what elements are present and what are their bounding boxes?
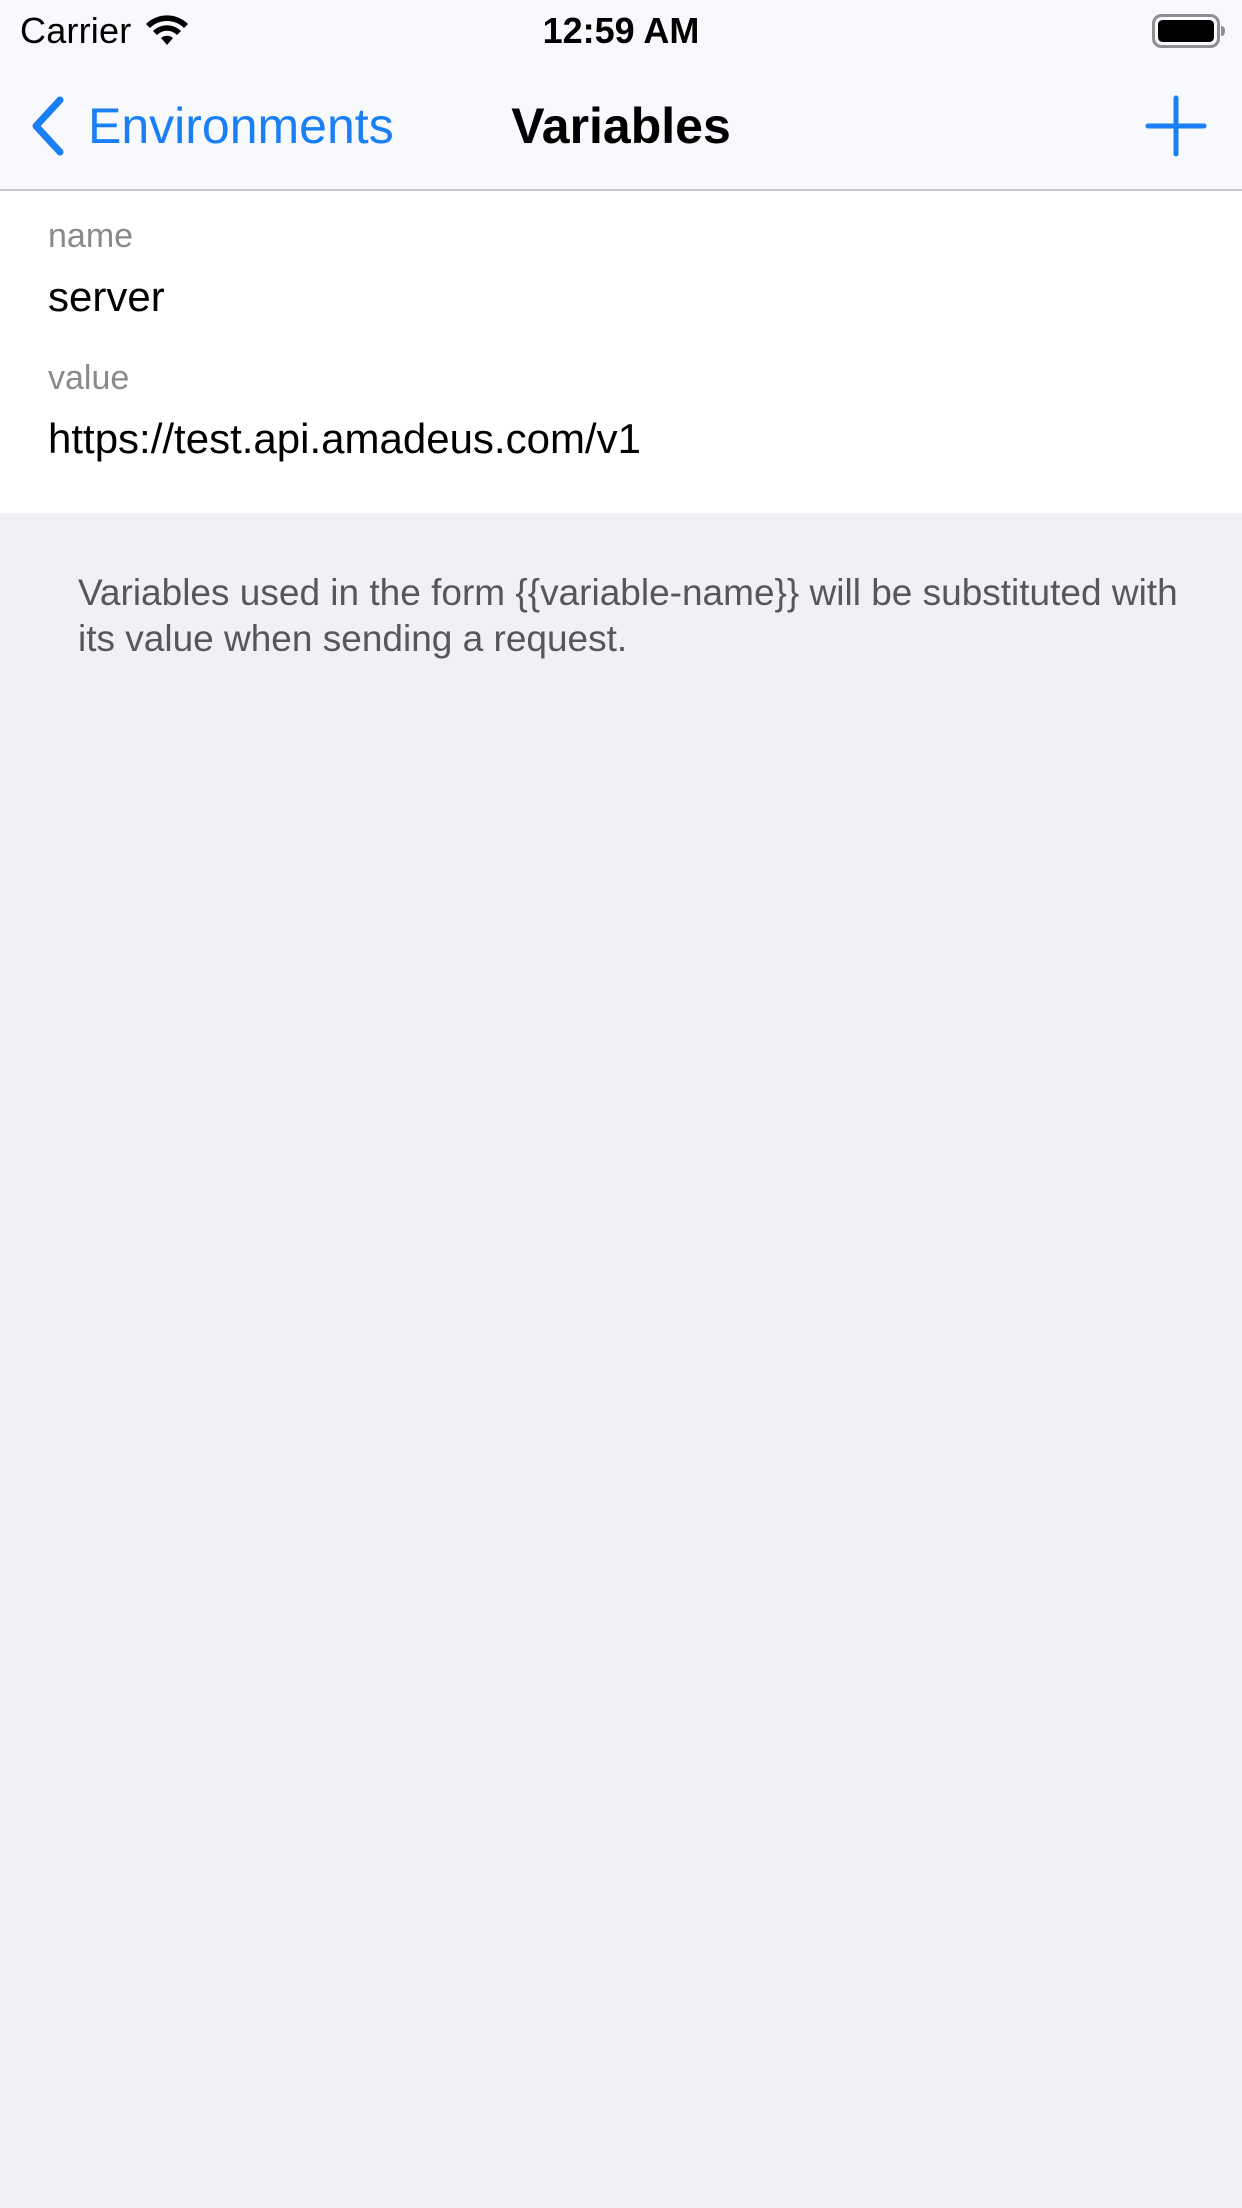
name-value: server: [48, 273, 165, 320]
variables-screen: Carrier 12:59 AM Environments Variables: [0, 0, 1242, 2208]
add-variable-button[interactable]: [1144, 94, 1208, 158]
battery-icon: [1152, 14, 1225, 48]
navigation-bar: Environments Variables: [0, 62, 1242, 191]
status-time: 12:59 AM: [542, 10, 700, 51]
page-title: Variables: [511, 98, 731, 154]
name-label: name: [48, 217, 134, 255]
footer-note: Variables used in the form {{variable-na…: [78, 572, 1178, 659]
plus-icon: [1145, 95, 1207, 157]
status-bar: Carrier 12:59 AM: [0, 0, 1242, 62]
variable-row[interactable]: name server value https://test.api.amade…: [0, 191, 1242, 513]
value-label: value: [48, 359, 130, 397]
value-value: https://test.api.amadeus.com/v1: [48, 415, 641, 462]
